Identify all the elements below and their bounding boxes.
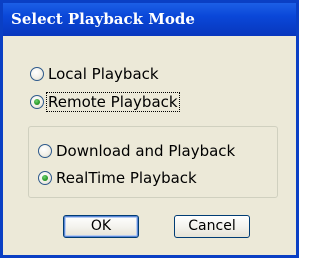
remote-playback-radio[interactable]: Remote Playback (30, 92, 180, 112)
radio-checked-icon (30, 95, 44, 109)
local-playback-label: Local Playback (48, 65, 159, 83)
select-playback-mode-dialog: Select Playback Mode Local Playback Remo… (0, 0, 299, 258)
download-and-playback-label: Download and Playback (56, 142, 236, 160)
radio-unchecked-icon (38, 144, 52, 158)
realtime-playback-label: RealTime Playback (56, 169, 197, 187)
remote-playback-label: Remote Playback (46, 92, 180, 112)
realtime-playback-radio[interactable]: RealTime Playback (38, 169, 198, 187)
local-playback-radio[interactable]: Local Playback (30, 65, 160, 83)
radio-unchecked-icon (30, 67, 44, 81)
download-and-playback-radio[interactable]: Download and Playback (38, 142, 236, 160)
ok-button[interactable]: OK (63, 215, 139, 238)
radio-checked-icon (38, 171, 52, 185)
cancel-button[interactable]: Cancel (174, 215, 250, 238)
remote-playback-options-group (28, 126, 278, 198)
dialog-title: Select Playback Mode (11, 10, 195, 28)
title-bar[interactable]: Select Playback Mode (3, 3, 296, 36)
